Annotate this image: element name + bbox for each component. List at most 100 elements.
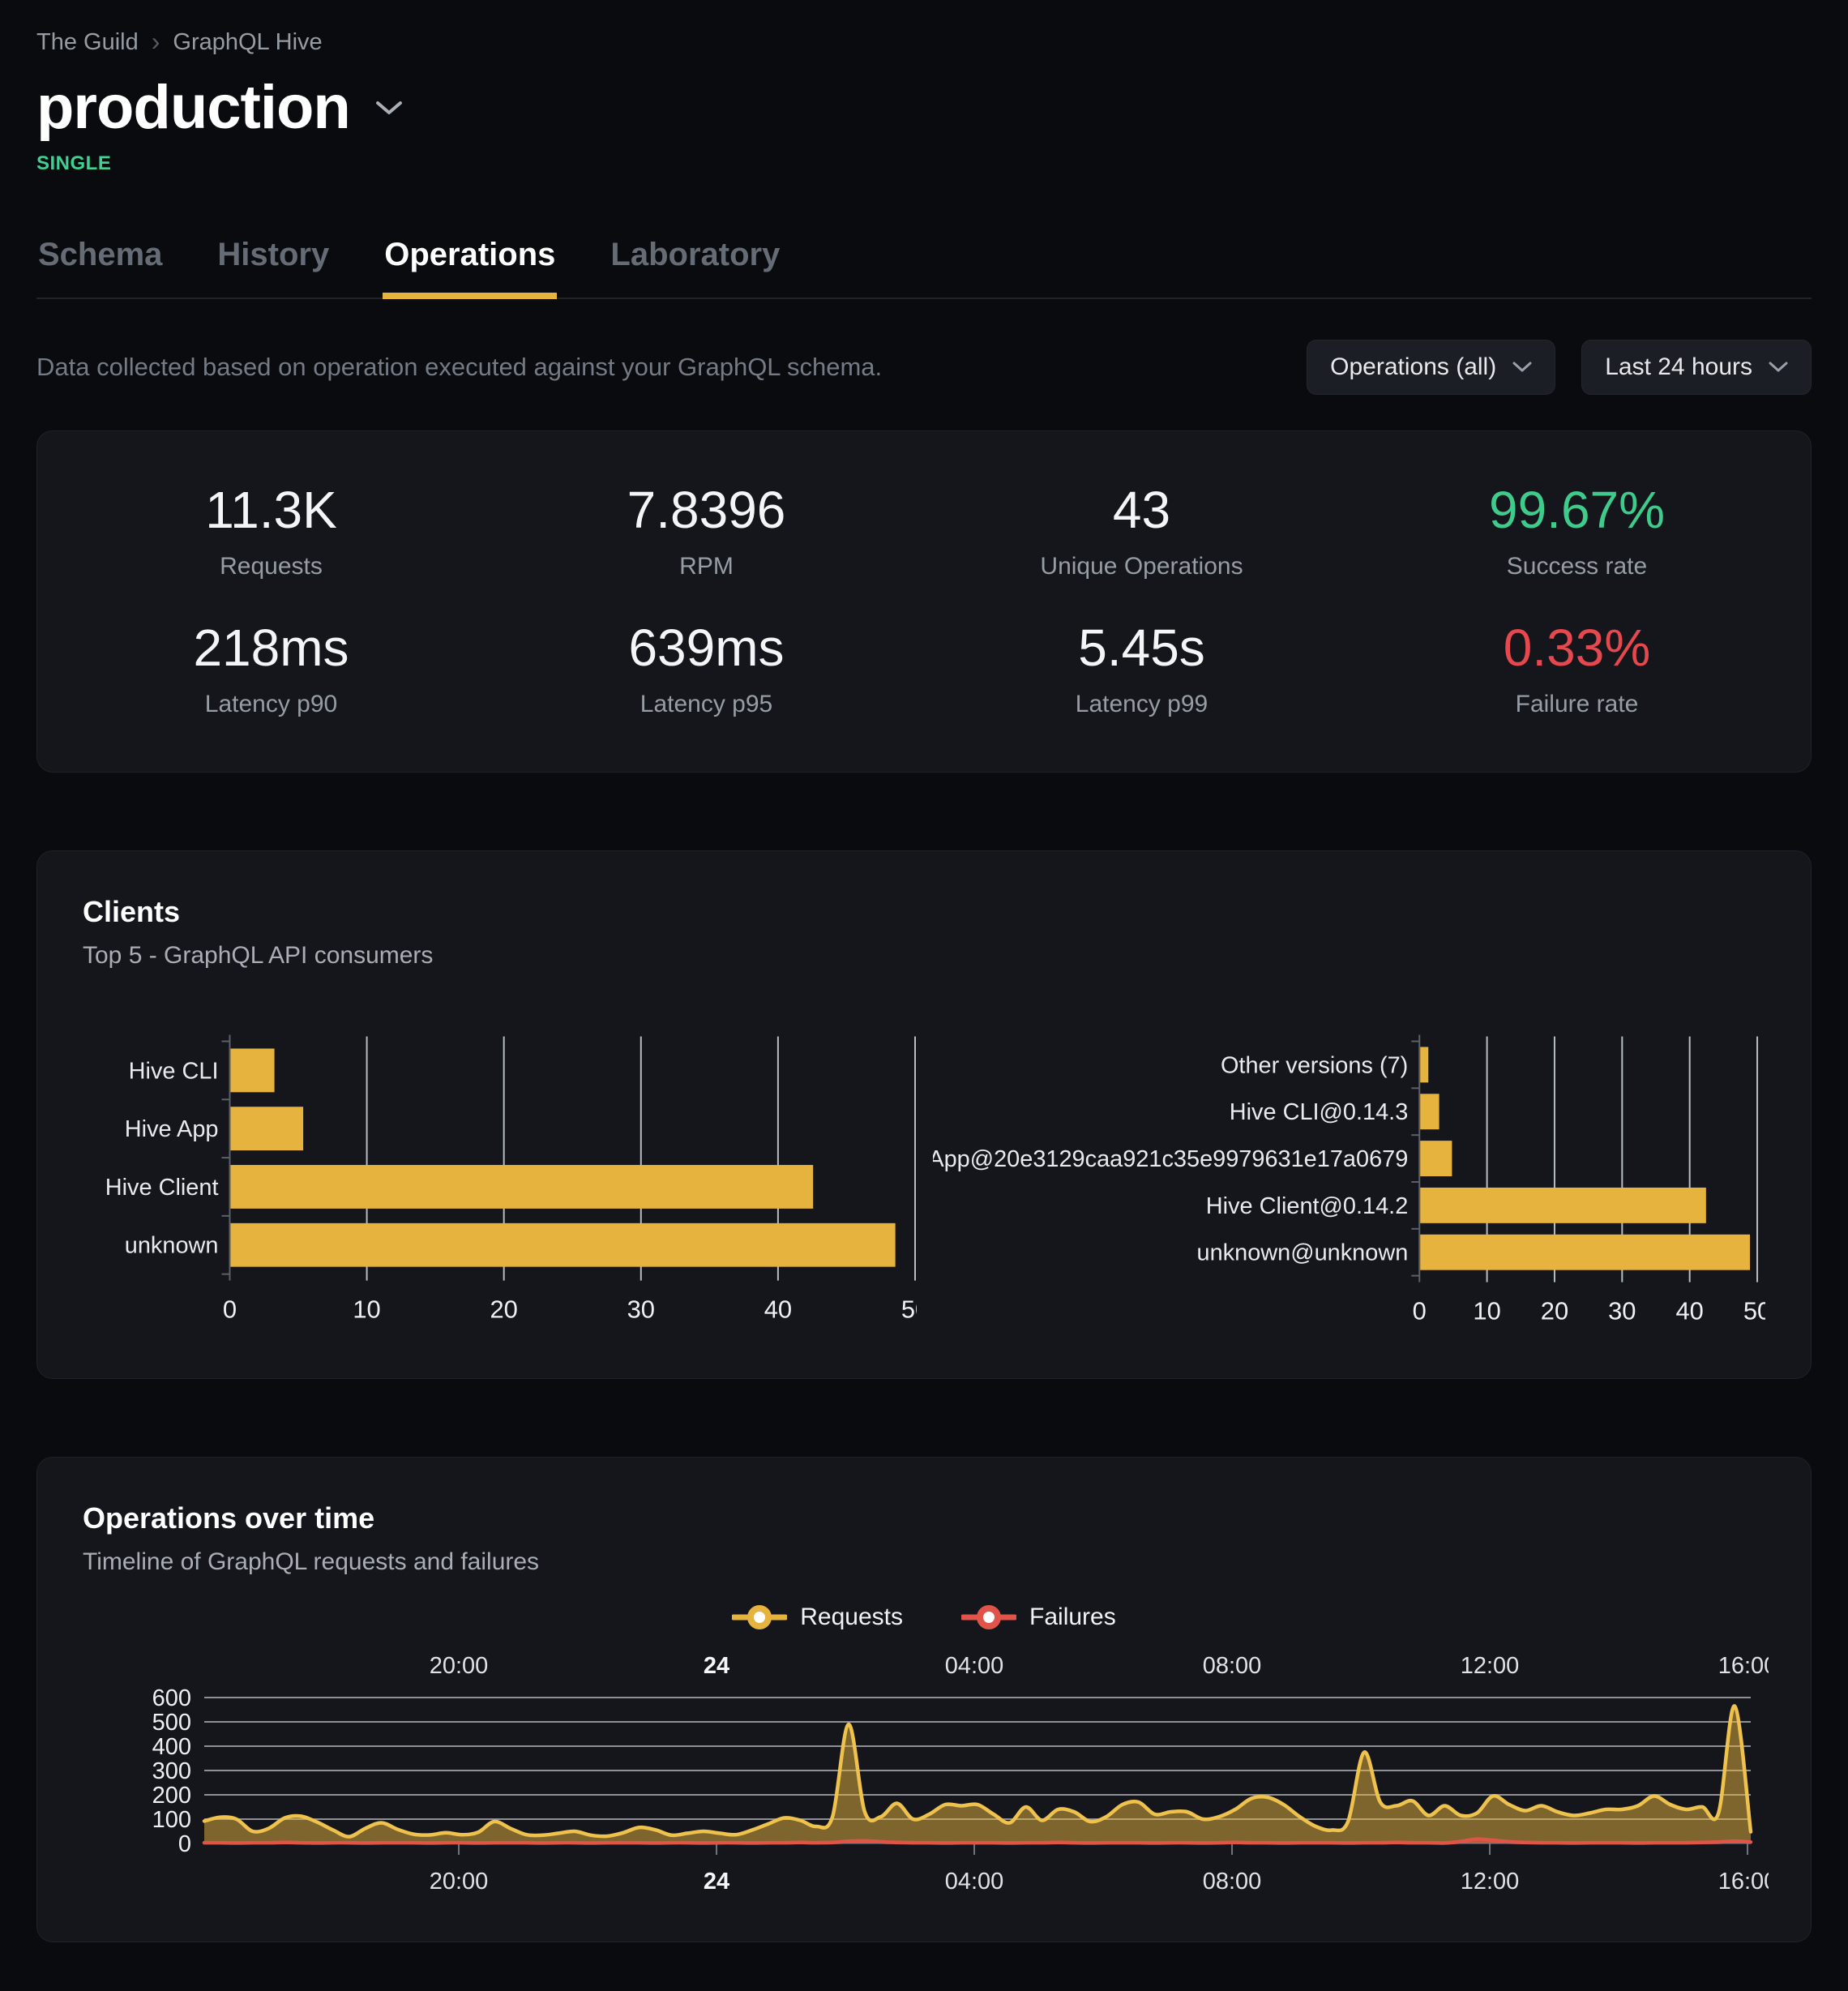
svg-text:30: 30 [1608,1296,1636,1325]
stat-label: Latency p90 [53,691,489,718]
stats-summary-card: 11.3K Requests 7.8396 RPM 43 Unique Oper… [36,430,1812,773]
clients-bar-chart-by-version: Other versions (7) Hive CLI@0.14.3 Hive Ap… [933,1021,1765,1333]
clients-bar-chart-by-name: Hive CLI Hive App Hive Client unknown 0 10 20 3… [83,1021,917,1333]
svg-text:08:00: 08:00 [1203,1653,1262,1679]
stat-latency-p90: 218ms Latency p90 [53,618,489,718]
svg-text:20:00: 20:00 [430,1653,489,1679]
line-series-marker-icon [961,1604,1016,1630]
stat-requests: 11.3K Requests [53,480,489,580]
svg-text:24: 24 [704,1653,729,1679]
operations-filter-label: Operations (all) [1330,353,1496,381]
tab-bar: Schema History Operations Laboratory [36,237,1812,299]
svg-text:200: 200 [152,1783,191,1809]
svg-text:Hive App@20e3129caa921c35e9979: Hive App@20e3129caa921c35e9979631e17a067… [933,1146,1408,1172]
svg-text:unknown@unknown: unknown@unknown [1197,1240,1409,1266]
svg-text:08:00: 08:00 [1203,1869,1262,1895]
stat-label: Latency p95 [489,691,924,718]
svg-text:04:00: 04:00 [945,1653,1004,1679]
svg-text:300: 300 [152,1758,191,1784]
stat-value: 639ms [489,618,924,678]
svg-text:0: 0 [178,1831,191,1857]
stat-label: Failure rate [1359,691,1795,718]
breadcrumb-separator-icon: › [152,28,160,54]
stat-label: Requests [53,553,489,580]
stat-value: 99.67% [1359,480,1795,540]
stat-latency-p99: 5.45s Latency p99 [924,618,1359,718]
operations-over-time-card: Operations over time Timeline of GraphQL… [36,1457,1812,1942]
svg-text:100: 100 [152,1807,191,1833]
svg-text:50: 50 [1743,1296,1765,1325]
breadcrumb-org-link[interactable]: The Guild [36,29,139,56]
svg-text:40: 40 [764,1295,792,1323]
svg-text:20: 20 [1541,1296,1568,1325]
svg-text:10: 10 [1473,1296,1500,1325]
breadcrumb-project-link[interactable]: GraphQL Hive [173,29,322,56]
stat-success-rate: 99.67% Success rate [1359,480,1795,580]
svg-text:04:00: 04:00 [945,1869,1004,1895]
svg-text:Hive Client@0.14.2: Hive Client@0.14.2 [1206,1193,1408,1219]
operations-card-subtitle: Timeline of GraphQL requests and failure… [83,1548,1765,1576]
svg-text:12:00: 12:00 [1461,1653,1520,1679]
legend-label: Failures [1029,1604,1116,1631]
target-selector-chevron-down-icon[interactable] [374,99,404,117]
tab-operations[interactable]: Operations [383,237,557,298]
stat-label: Latency p99 [924,691,1359,718]
stat-value: 7.8396 [489,480,924,540]
stat-rpm: 7.8396 RPM [489,480,924,580]
stat-label: Success rate [1359,553,1795,580]
operations-card-title: Operations over time [83,1501,1765,1535]
tab-laboratory[interactable]: Laboratory [609,237,781,298]
tab-schema[interactable]: Schema [36,237,164,298]
svg-text:24: 24 [704,1869,729,1895]
target-mode-badge: SINGLE [36,152,1812,175]
stat-failure-rate: 0.33% Failure rate [1359,618,1795,718]
svg-text:16:00: 16:00 [1718,1869,1769,1895]
chart-legend: Requests Failures [83,1604,1765,1631]
svg-text:Hive Client: Hive Client [105,1175,219,1201]
svg-text:Hive App: Hive App [125,1116,219,1142]
time-range-dropdown[interactable]: Last 24 hours [1581,340,1812,395]
time-range-label: Last 24 hours [1605,353,1752,381]
stat-unique-operations: 43 Unique Operations [924,480,1359,580]
svg-text:400: 400 [152,1734,191,1760]
breadcrumb: The Guild › GraphQL Hive [36,29,1812,56]
page-description: Data collected based on operation execut… [36,353,882,382]
legend-item-requests[interactable]: Requests [732,1604,903,1631]
tab-history[interactable]: History [216,237,331,298]
stat-latency-p95: 639ms Latency p95 [489,618,924,718]
page: The Guild › GraphQL Hive production SING… [0,0,1848,1991]
clients-card-subtitle: Top 5 - GraphQL API consumers [83,942,1765,970]
svg-text:40: 40 [1675,1296,1703,1325]
clients-card-title: Clients [83,895,1765,929]
line-series-marker-icon [732,1604,787,1630]
stat-value: 218ms [53,618,489,678]
svg-text:20:00: 20:00 [430,1869,489,1895]
stat-value: 43 [924,480,1359,540]
svg-text:Hive CLI@0.14.3: Hive CLI@0.14.3 [1230,1099,1409,1125]
stat-value: 5.45s [924,618,1359,678]
svg-text:50: 50 [901,1295,917,1323]
stat-value: 0.33% [1359,618,1795,678]
svg-text:16:00: 16:00 [1718,1653,1769,1679]
clients-card: Clients Top 5 - GraphQL API consumers Hi… [36,850,1812,1379]
svg-text:500: 500 [152,1710,191,1736]
stat-label: RPM [489,553,924,580]
svg-text:12:00: 12:00 [1461,1869,1520,1895]
svg-text:unknown: unknown [125,1233,219,1259]
chevron-down-icon [1512,362,1532,373]
legend-item-failures[interactable]: Failures [961,1604,1116,1631]
svg-text:20: 20 [490,1295,517,1323]
svg-text:10: 10 [353,1295,380,1323]
page-title: production [36,72,350,143]
svg-text:30: 30 [627,1295,655,1323]
chevron-down-icon [1769,362,1788,373]
svg-text:Other versions (7): Other versions (7) [1221,1052,1408,1078]
svg-text:600: 600 [152,1685,191,1711]
stat-value: 11.3K [53,480,489,540]
stat-label: Unique Operations [924,553,1359,580]
svg-text:0: 0 [223,1295,237,1323]
legend-label: Requests [800,1604,903,1631]
operations-timeline-chart: 0100200300400500600 20:00 20:00 24 24 04:00 04… [83,1652,1769,1905]
operations-filter-dropdown[interactable]: Operations (all) [1307,340,1555,395]
svg-text:Hive CLI: Hive CLI [129,1058,219,1084]
